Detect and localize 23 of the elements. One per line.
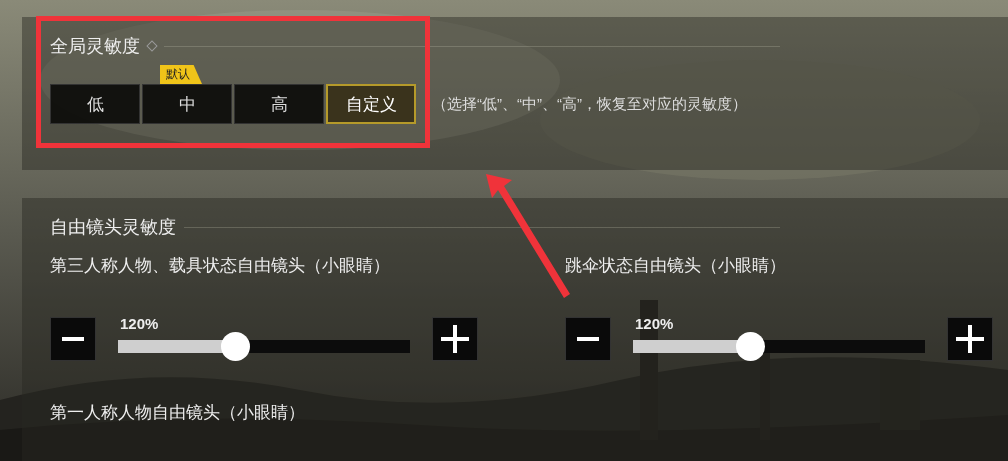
minus-icon (61, 337, 85, 341)
option-button[interactable]: 低 (50, 84, 140, 124)
setting-label: 第一人称人物自由镜头（小眼睛） (50, 402, 306, 424)
minus-button[interactable] (50, 317, 96, 361)
option-button[interactable]: 高 (234, 84, 324, 124)
setting-label: 第三人称人物、载具状态自由镜头（小眼睛） (50, 255, 391, 277)
minus-button[interactable] (565, 317, 611, 361)
plus-icon (441, 325, 469, 353)
option-button[interactable]: 自定义 (326, 84, 416, 124)
slider-value: 120% (120, 315, 160, 332)
plus-button[interactable] (947, 317, 993, 361)
minus-icon (576, 337, 600, 341)
plus-button[interactable] (432, 317, 478, 361)
slider-track[interactable] (118, 332, 410, 361)
section-title: 自由镜头灵敏度 (50, 216, 176, 239)
slider-value: 120% (635, 315, 675, 332)
default-badge: 默认 (160, 65, 202, 84)
setting-label: 跳伞状态自由镜头（小眼睛） (565, 255, 787, 277)
plus-icon (956, 325, 984, 353)
slider-track[interactable] (633, 332, 925, 361)
option-button[interactable]: 中 (142, 84, 232, 124)
section-title: 全局灵敏度 (50, 35, 140, 58)
hint-text: （选择“低”、“中”、“高”，恢复至对应的灵敏度） (432, 95, 747, 114)
